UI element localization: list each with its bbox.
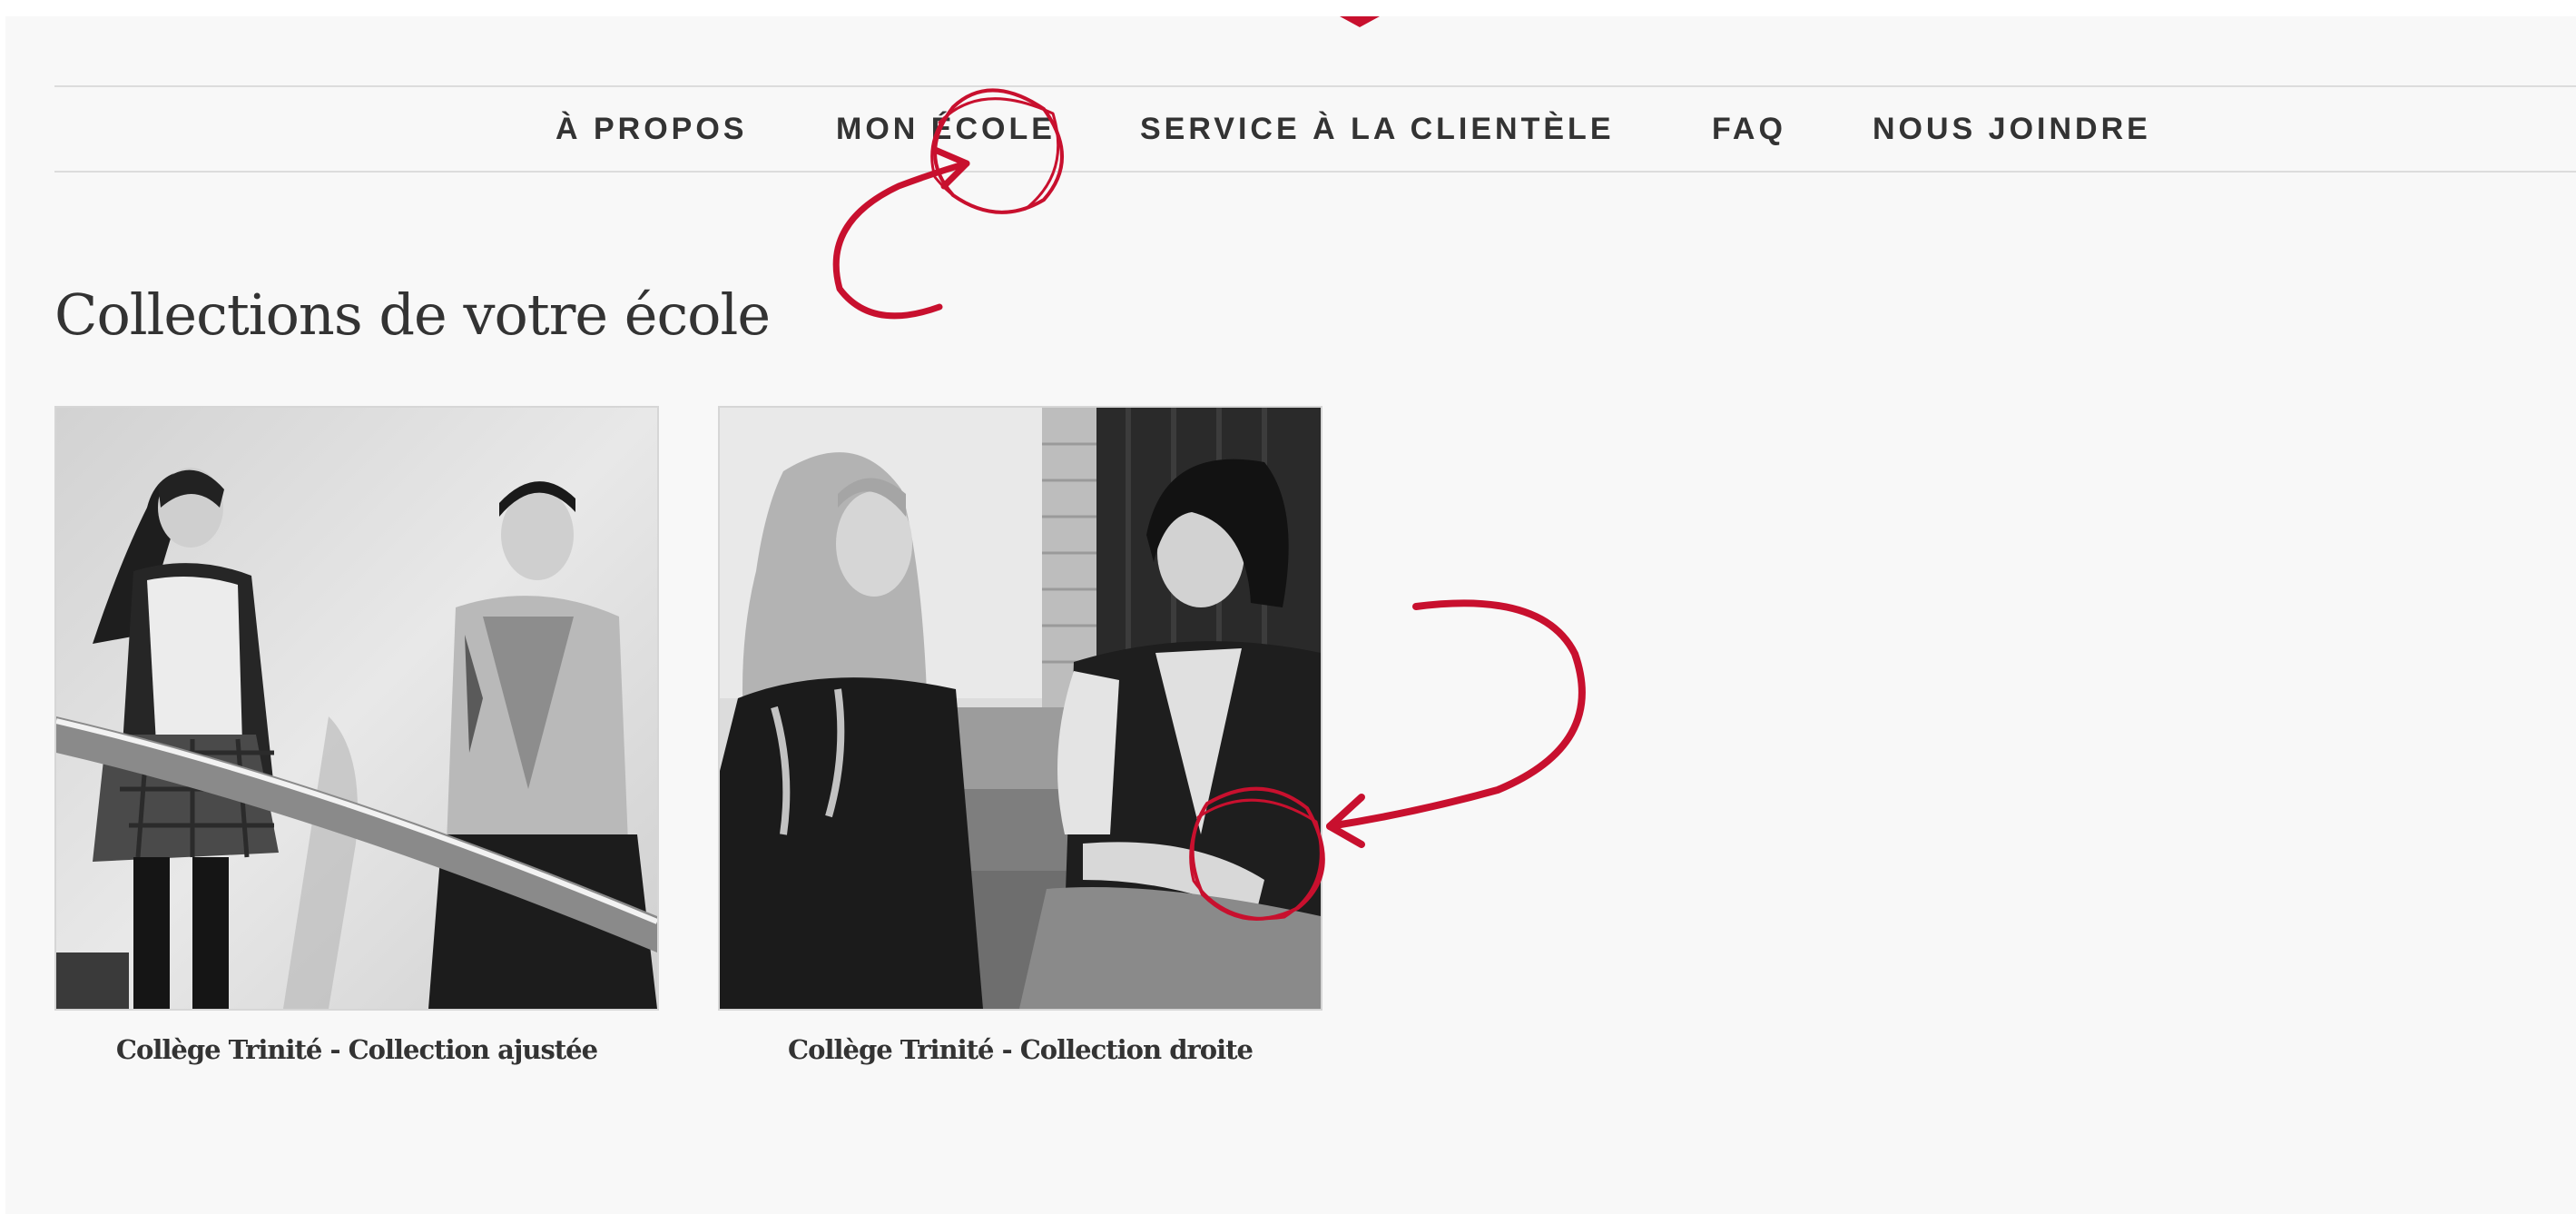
collection-photo-ajustee[interactable] [54, 406, 659, 1011]
collection-title-droite[interactable]: Collège Trinité - Collection droite [718, 1034, 1322, 1065]
collection-card-ajustee[interactable]: Collège Trinité - Collection ajustée [54, 406, 659, 1065]
collection-photo-droite[interactable] [718, 406, 1322, 1011]
collection-card-droite[interactable]: Collège Trinité - Collection droite [718, 406, 1322, 1065]
page-title: Collections de votre école [54, 281, 771, 348]
nav-item-mon-ecole[interactable]: MON ÉCOLE [836, 87, 1056, 171]
collection-title-ajustee[interactable]: Collège Trinité - Collection ajustée [54, 1034, 659, 1065]
nav-divider-bottom [54, 171, 2576, 173]
nav-item-service-clientele[interactable]: SERVICE À LA CLIENTÈLE [1140, 87, 1615, 171]
nav-item-faq[interactable]: FAQ [1712, 87, 1786, 171]
nav-item-a-propos[interactable]: À PROPOS [556, 87, 747, 171]
page-content: À PROPOS MON ÉCOLE SERVICE À LA CLIENTÈL… [5, 16, 2576, 1214]
logo-marker-triangle [1340, 16, 1380, 27]
nav-item-nous-joindre[interactable]: NOUS JOINDRE [1873, 87, 2151, 171]
main-navigation: À PROPOS MON ÉCOLE SERVICE À LA CLIENTÈL… [54, 87, 2576, 171]
